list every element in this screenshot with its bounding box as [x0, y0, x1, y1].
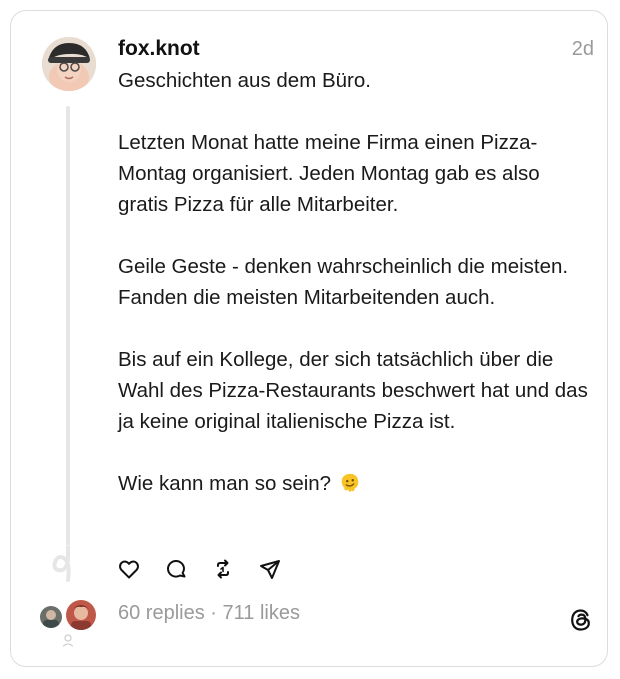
send-icon	[260, 560, 280, 579]
stats-separator: ·	[204, 602, 223, 624]
likes-count[interactable]: 711 likes	[223, 602, 300, 624]
heart-icon	[119, 560, 139, 579]
replies-count[interactable]: 60 replies	[118, 602, 205, 624]
reply-button[interactable]	[163, 556, 189, 582]
replier-avatar	[38, 604, 64, 630]
post-body: Geschichten aus dem Büro. Letzten Monat …	[118, 65, 588, 499]
post-stats: 60 replies · 711 likes	[118, 602, 300, 625]
post-paragraph: Geschichten aus dem Büro.	[118, 69, 371, 92]
author-avatar[interactable]	[42, 37, 96, 91]
like-button[interactable]	[116, 556, 142, 582]
repost-button[interactable]	[210, 556, 236, 582]
post-paragraph-text: Wie kann man so sein?	[118, 472, 332, 495]
melting-face-emoji-icon	[341, 473, 359, 492]
replier-avatar-image	[40, 606, 62, 628]
replier-avatar-image	[66, 600, 96, 630]
replier-avatar	[64, 598, 98, 632]
post-paragraph-last: Wie kann man so sein?	[118, 468, 588, 499]
author-avatar-image	[42, 37, 96, 91]
threads-logo-icon[interactable]	[568, 607, 594, 633]
thread-line	[66, 106, 70, 546]
person-icon	[60, 632, 76, 648]
comment-icon	[167, 560, 186, 578]
post-paragraph: Geile Geste - denken wahrscheinlich die …	[118, 255, 569, 309]
post-timestamp: 2d	[571, 38, 594, 60]
author-username[interactable]: fox.knot	[118, 37, 200, 61]
share-button[interactable]	[257, 556, 283, 582]
repost-icon	[217, 559, 229, 579]
replier-avatar-placeholder	[58, 630, 78, 650]
post-paragraph: Letzten Monat hatte meine Firma einen Pi…	[118, 131, 540, 216]
post-paragraph: Bis auf ein Kollege, der sich tatsächlic…	[118, 348, 588, 433]
thread-loop-icon	[52, 546, 71, 582]
action-bar	[116, 556, 283, 582]
replier-avatars[interactable]	[38, 598, 100, 650]
